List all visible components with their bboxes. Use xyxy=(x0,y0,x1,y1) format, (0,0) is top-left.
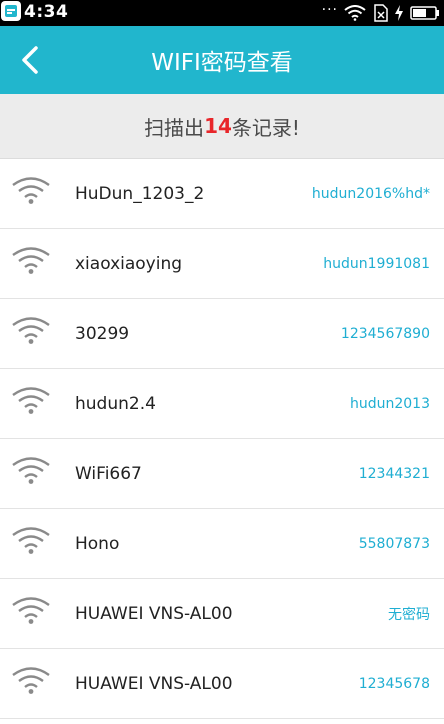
wifi-status-icon xyxy=(344,5,366,21)
wifi-row[interactable]: Hono 55807873 xyxy=(0,509,444,579)
wifi-password: 1234567890 xyxy=(340,325,430,342)
wifi-password: 12344321 xyxy=(358,465,430,482)
wifi-row[interactable]: HUAWEI VNS-AL00 12345678 xyxy=(0,649,444,719)
wifi-signal-icon xyxy=(12,387,50,414)
wifi-password: 无密码 xyxy=(388,606,430,623)
wifi-row[interactable]: HuDun_1203_2 hudun2016%hd* xyxy=(0,159,444,229)
wifi-row[interactable]: xiaoxiaoying hudun1991081 xyxy=(0,229,444,299)
wifi-signal-icon xyxy=(12,667,50,694)
scan-summary: 扫描出 14 条记录! xyxy=(0,94,444,159)
wifi-signal-icon xyxy=(12,247,50,274)
status-more-dots: ··· xyxy=(321,2,338,18)
wifi-name: xiaoxiaoying xyxy=(75,253,183,274)
summary-count: 14 xyxy=(204,114,232,138)
wifi-row[interactable]: hudun2.4 hudun2013 xyxy=(0,369,444,439)
wifi-password: hudun2013 xyxy=(349,395,430,412)
wifi-name: 30299 xyxy=(75,323,130,344)
status-time: 4:34 xyxy=(24,2,69,22)
wifi-name: WiFi667 xyxy=(75,463,142,484)
wifi-signal-icon xyxy=(12,317,50,344)
wifi-name: HuDun_1203_2 xyxy=(75,183,205,204)
wifi-signal-icon xyxy=(12,597,50,624)
summary-prefix: 扫描出 xyxy=(144,115,205,140)
status-right-icons: ··· xyxy=(322,3,440,23)
wifi-name: Hono xyxy=(75,533,120,554)
wifi-password: 12345678 xyxy=(358,675,430,692)
wifi-name: HUAWEI VNS-AL00 xyxy=(75,673,233,694)
wifi-list: HuDun_1203_2 hudun2016%hd* xiaoxiaoying … xyxy=(0,159,444,719)
battery-icon xyxy=(410,6,439,20)
no-sim-icon xyxy=(374,4,388,22)
summary-suffix: 条记录! xyxy=(231,115,300,140)
wifi-password: 55807873 xyxy=(358,535,430,552)
wifi-password: hudun2016%hd* xyxy=(311,185,430,202)
screen: 4:34 ··· WIFI密码查看 扫描出 14 条记录! HuDun_1203… xyxy=(0,0,444,724)
wifi-signal-icon xyxy=(12,457,50,484)
wifi-row[interactable]: 30299 1234567890 xyxy=(0,299,444,369)
wifi-name: HUAWEI VNS-AL00 xyxy=(75,603,233,624)
app-bar: WIFI密码查看 xyxy=(0,26,444,94)
wifi-password: hudun1991081 xyxy=(323,255,430,272)
wifi-signal-icon xyxy=(12,527,50,554)
charging-icon xyxy=(395,5,403,21)
wifi-name: hudun2.4 xyxy=(75,393,156,414)
wifi-row[interactable]: WiFi667 12344321 xyxy=(0,439,444,509)
wifi-signal-icon xyxy=(12,177,50,204)
page-title: WIFI密码查看 xyxy=(151,50,293,76)
wifi-row[interactable]: HUAWEI VNS-AL00 无密码 xyxy=(0,579,444,649)
app-notification-icon xyxy=(1,1,21,21)
status-bar: 4:34 ··· xyxy=(0,0,444,26)
